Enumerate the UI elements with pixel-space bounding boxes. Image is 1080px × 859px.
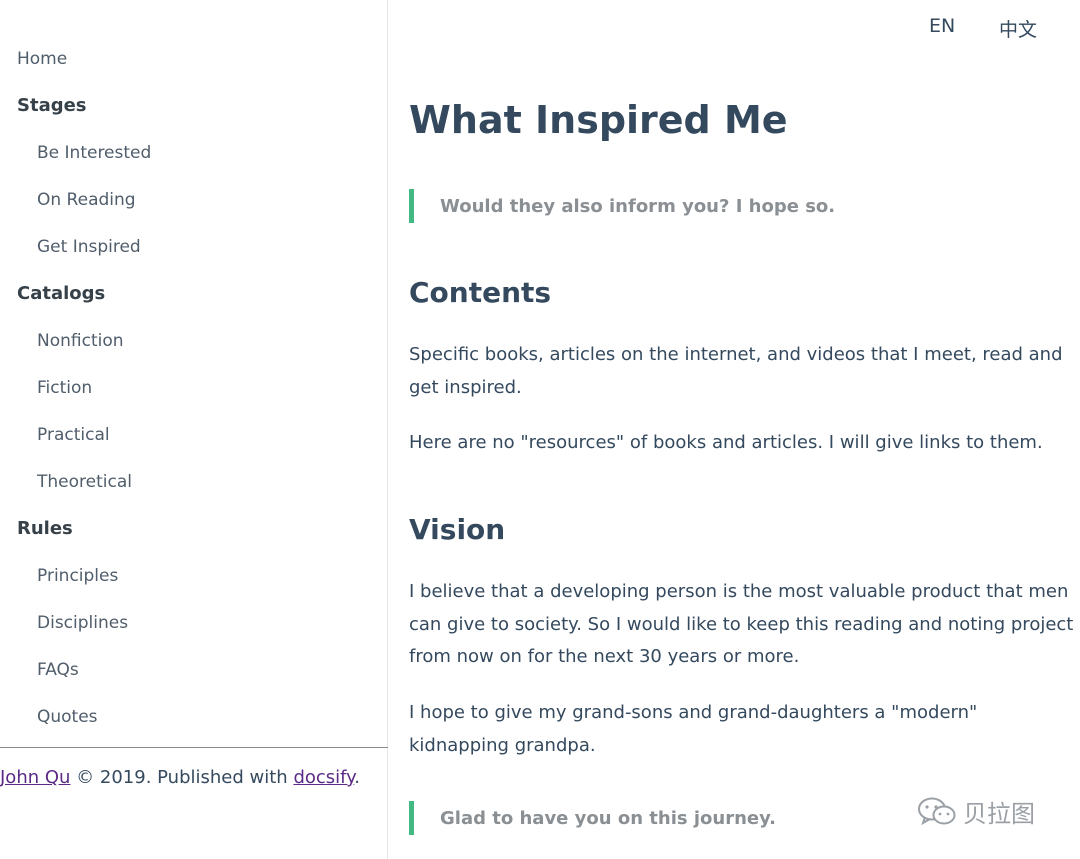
page-title: What Inspired Me: [409, 98, 788, 142]
blockquote-intro-text: Would they also inform you? I hope so.: [440, 195, 836, 217]
blockquote-closing-text: Glad to have you on this journey.: [440, 807, 777, 829]
sidebar-item-principles[interactable]: Principles: [37, 566, 118, 586]
wechat-icon: [917, 796, 957, 828]
sidebar-item-practical[interactable]: Practical: [37, 425, 110, 445]
heading-contents: Contents: [409, 276, 552, 309]
sidebar-item-home[interactable]: Home: [17, 49, 67, 69]
sidebar-section-stages[interactable]: Stages: [17, 95, 87, 116]
sidebar-item-fiction[interactable]: Fiction: [37, 378, 92, 398]
sidebar-divider: [0, 747, 388, 748]
sidebar: Home Stages Be Interested On Reading Get…: [0, 0, 388, 859]
lang-en-link[interactable]: EN: [929, 15, 955, 37]
lang-zh-link[interactable]: 中文: [999, 15, 1037, 42]
sidebar-item-faqs[interactable]: FAQs: [37, 660, 79, 680]
footer-docsify-link[interactable]: docsify: [293, 767, 354, 788]
sidebar-item-theoretical[interactable]: Theoretical: [37, 472, 132, 492]
sidebar-item-quotes[interactable]: Quotes: [37, 707, 98, 727]
blockquote-intro: Would they also inform you? I hope so.: [409, 189, 1049, 223]
footer-end: .: [354, 767, 360, 788]
footer-author-link[interactable]: John Qu: [0, 767, 70, 788]
watermark: 贝拉图: [917, 794, 1035, 829]
sidebar-item-on-reading[interactable]: On Reading: [37, 190, 136, 210]
vision-paragraph-1: I believe that a developing person is th…: [409, 581, 1074, 667]
sidebar-item-be-interested[interactable]: Be Interested: [37, 143, 151, 163]
sidebar-item-nonfiction[interactable]: Nonfiction: [37, 331, 124, 351]
sidebar-section-rules[interactable]: Rules: [17, 518, 73, 539]
vision-paragraph-2: I hope to give my grand-sons and grand-d…: [409, 702, 978, 756]
contents-paragraph-1: Specific books, articles on the internet…: [409, 344, 1063, 398]
heading-vision: Vision: [409, 513, 506, 546]
watermark-text: 贝拉图: [963, 800, 1035, 828]
contents-paragraph-2: Here are no "resources" of books and art…: [409, 432, 1043, 453]
sidebar-item-get-inspired[interactable]: Get Inspired: [37, 237, 141, 257]
footer: John Qu © 2019. Published with docsify.: [0, 767, 360, 788]
sidebar-section-catalogs[interactable]: Catalogs: [17, 283, 105, 304]
sidebar-item-disciplines[interactable]: Disciplines: [37, 613, 128, 633]
footer-text: © 2019. Published with: [70, 767, 294, 788]
